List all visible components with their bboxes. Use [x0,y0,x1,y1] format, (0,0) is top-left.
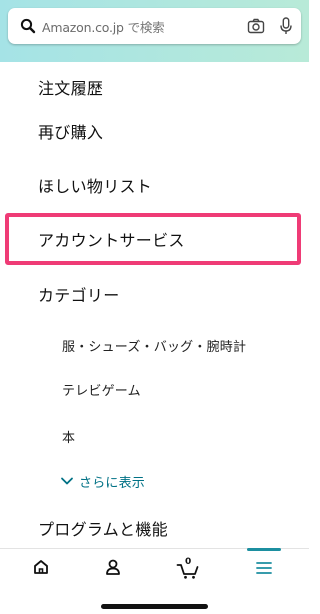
tab-cart[interactable]: 0 [163,549,213,589]
show-more-link[interactable]: さらに表示 [0,459,309,503]
microphone-icon[interactable] [271,8,301,44]
account-icon [104,558,122,580]
category-item-label: テレビゲーム [62,383,141,399]
top-header: Amazon.co.jp で検索 [0,0,309,62]
search-input[interactable]: Amazon.co.jp で検索 [42,17,241,36]
chevron-down-icon [60,474,74,488]
category-item-label: 服・シューズ・バッグ・腕時計 [62,339,247,355]
search-icon[interactable] [14,8,42,44]
tab-menu[interactable] [239,548,289,589]
menu-item-label: プログラムと機能 [38,520,168,539]
category-item-label: 本 [62,430,76,446]
tab-account[interactable] [88,549,138,589]
hamburger-menu-icon [255,560,273,579]
menu-heading-categories: カテゴリー [0,268,309,320]
menu-item-programs[interactable]: プログラムと機能 [0,504,309,552]
menu-item-wishlist[interactable]: ほしい物リスト [0,159,309,211]
search-bar[interactable]: Amazon.co.jp で検索 [8,8,301,44]
menu-item-buy-again[interactable]: 再び購入 [0,105,309,157]
menu-item-label: ほしい物リスト [38,177,153,196]
home-icon [32,558,50,580]
category-item[interactable]: テレビゲーム [0,367,309,411]
cart-count-badge: 0 [185,557,192,567]
menu-heading-label: カテゴリー [38,286,120,305]
home-indicator [101,604,208,609]
tab-home[interactable] [16,549,66,589]
search-placeholder-suffix: で検索 [127,19,165,35]
show-more-label: さらに表示 [79,475,146,491]
search-placeholder-brand: Amazon.co.jp [42,19,124,35]
cart-icon: 0 [176,557,200,580]
camera-icon[interactable] [241,8,271,44]
menu-item-label: 再び購入 [38,123,104,142]
highlight-box [5,213,301,265]
menu-item-label: 注文履歴 [38,79,104,98]
category-item[interactable]: 本 [0,414,309,458]
category-item[interactable]: 服・シューズ・バッグ・腕時計 [0,323,309,367]
